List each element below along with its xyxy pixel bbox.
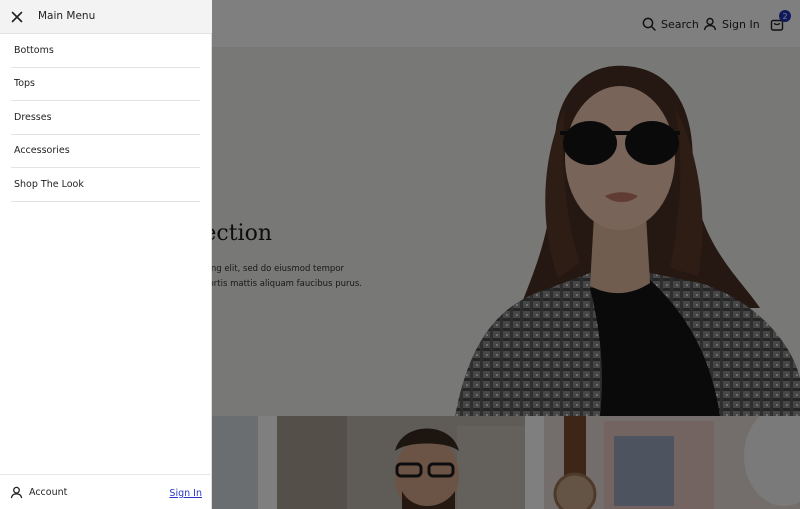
- menu-item-label: Dresses: [14, 111, 52, 123]
- menu-item-shop-the-look[interactable]: Shop The Look: [11, 168, 200, 202]
- close-menu-button[interactable]: [8, 8, 26, 26]
- drawer-header: Main Menu: [0, 0, 212, 34]
- account-label: Account: [29, 487, 68, 498]
- main-menu-drawer: Main Menu Bottoms Tops Dresses Accessori…: [0, 0, 212, 509]
- menu-item-label: Accessories: [14, 145, 70, 157]
- menu-item-tops[interactable]: Tops: [11, 68, 200, 101]
- drawer-footer: Account Sign In: [0, 474, 212, 509]
- menu-item-label: Bottoms: [14, 44, 54, 56]
- main-menu-list: Bottoms Tops Dresses Accessories Shop Th…: [11, 34, 200, 202]
- user-icon: [10, 486, 23, 499]
- menu-item-dresses[interactable]: Dresses: [11, 101, 200, 135]
- menu-item-label: Tops: [14, 78, 35, 90]
- menu-item-accessories[interactable]: Accessories: [11, 135, 200, 168]
- menu-item-bottoms[interactable]: Bottoms: [11, 34, 200, 68]
- drawer-title: Main Menu: [38, 10, 96, 22]
- close-icon: [11, 11, 23, 23]
- menu-item-label: Shop The Look: [14, 178, 84, 190]
- account-link[interactable]: Account: [10, 486, 67, 499]
- drawer-signin-link[interactable]: Sign In: [169, 488, 202, 499]
